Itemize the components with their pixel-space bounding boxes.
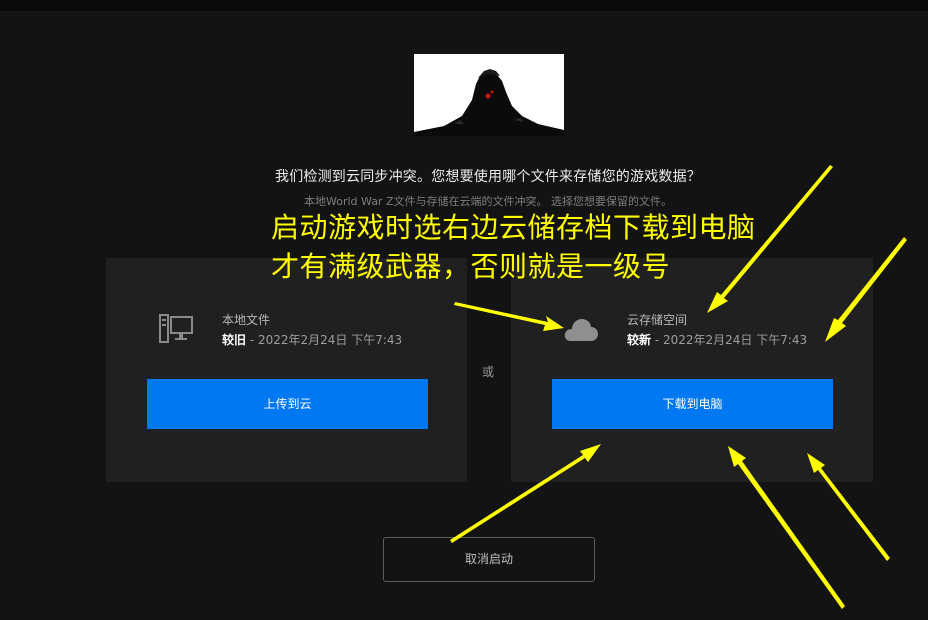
cloud-file-timestamp: - 2022年2月24日 下午7:43 — [651, 333, 808, 347]
annotation-line-1: 启动游戏时选右边云储存档下载到电脑 — [271, 211, 756, 244]
cloud-file-state: 较新 — [627, 333, 652, 347]
cloud-file-meta: 较新 - 2022年2月24日 下午7:43 — [627, 331, 807, 348]
cloud-sync-conflict-dialog: 我们检测到云同步冲突。您想要使用哪个文件来存储您的游戏数据？ 本地World W… — [0, 0, 928, 620]
local-file-meta: 较旧 - 2022年2月24日 下午7:43 — [222, 331, 402, 348]
local-file-state: 较旧 — [222, 333, 247, 347]
conflict-headline: 我们检测到云同步冲突。您想要使用哪个文件来存储您的游戏数据？ — [275, 169, 701, 185]
local-file-panel — [106, 258, 467, 482]
or-separator: 或 — [482, 365, 495, 379]
cloud-file-panel — [511, 258, 873, 482]
cancel-launch-button[interactable]: 取消启动 — [383, 537, 595, 582]
computer-icon — [159, 314, 193, 343]
game-artwork-image — [414, 54, 564, 136]
local-file-timestamp: - 2022年2月24日 下午7:43 — [246, 333, 403, 347]
download-to-pc-button[interactable]: 下载到电脑 — [552, 379, 833, 429]
cloud-icon — [564, 319, 598, 341]
annotation-line-2: 才有满级武器，否则就是一级号 — [271, 250, 671, 283]
cloud-file-title: 云存储空间 — [627, 313, 688, 327]
upload-to-cloud-button[interactable]: 上传到云 — [147, 379, 428, 429]
window-top-bar — [0, 0, 928, 11]
local-file-title: 本地文件 — [222, 313, 271, 327]
